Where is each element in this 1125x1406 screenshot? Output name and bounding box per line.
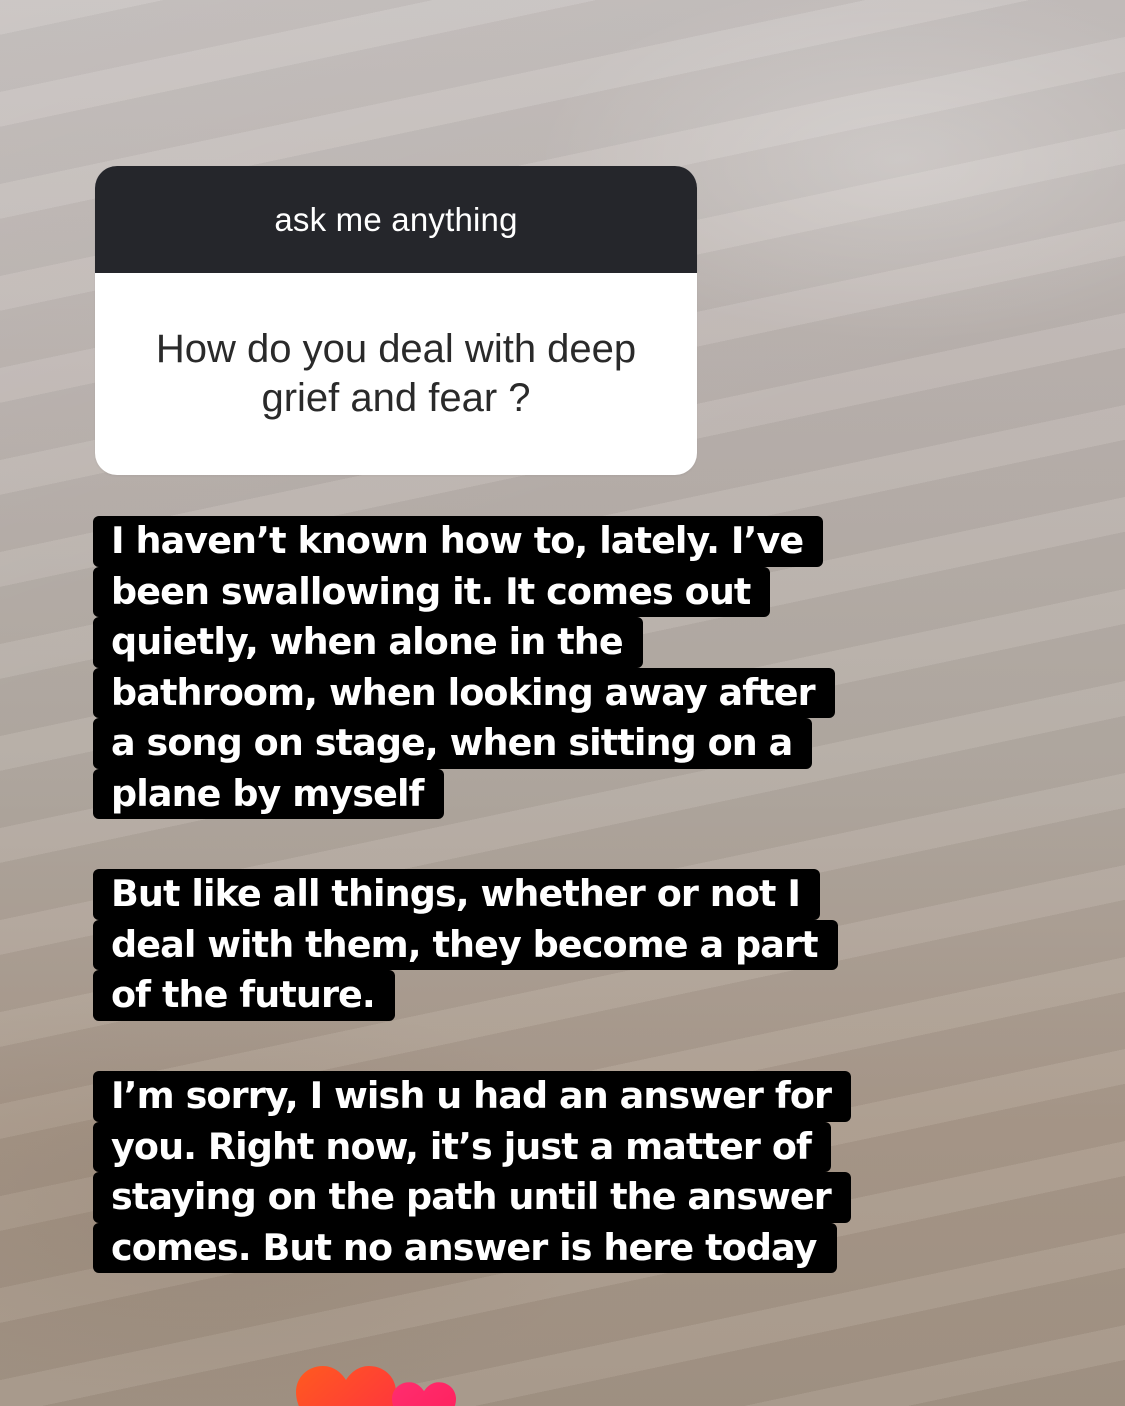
answer-line: deal with them, they become a part	[93, 919, 838, 970]
answer-line: plane by myself	[93, 768, 444, 819]
answer-line: of the future.	[93, 970, 395, 1021]
answer-line: I haven’t known how to, lately. I’ve	[93, 516, 824, 567]
answer-line: been swallowing it. It comes out	[93, 566, 771, 617]
answer-line: a song on stage, when sitting on a	[93, 718, 813, 769]
answer-line: comes. But no answer is here today	[93, 1222, 837, 1273]
answer-line: you. Right now, it’s just a matter of	[93, 1121, 831, 1172]
question-sticker[interactable]: ask me anything How do you deal with dee…	[95, 166, 697, 475]
heart-icon[interactable]	[392, 1382, 456, 1406]
answer-text-block: I haven’t known how to, lately. I’ve bee…	[93, 516, 893, 819]
answer-text-block: I’m sorry, I wish u had an answer for yo…	[93, 1071, 893, 1273]
question-text: How do you deal with deep grief and fear…	[155, 327, 637, 420]
answer-line: staying on the path until the answer	[93, 1172, 851, 1223]
answer-text-block: But like all things, whether or not I de…	[93, 869, 893, 1021]
question-sticker-header: ask me anything	[95, 166, 697, 273]
answer-line: bathroom, when looking away after	[93, 667, 835, 718]
answer-line: quietly, when alone in the	[93, 617, 643, 668]
heart-reactions[interactable]	[296, 1366, 466, 1406]
answer-line: But like all things, whether or not I	[93, 869, 821, 920]
answer-line: I’m sorry, I wish u had an answer for	[93, 1071, 852, 1122]
heart-icon[interactable]	[296, 1366, 396, 1406]
